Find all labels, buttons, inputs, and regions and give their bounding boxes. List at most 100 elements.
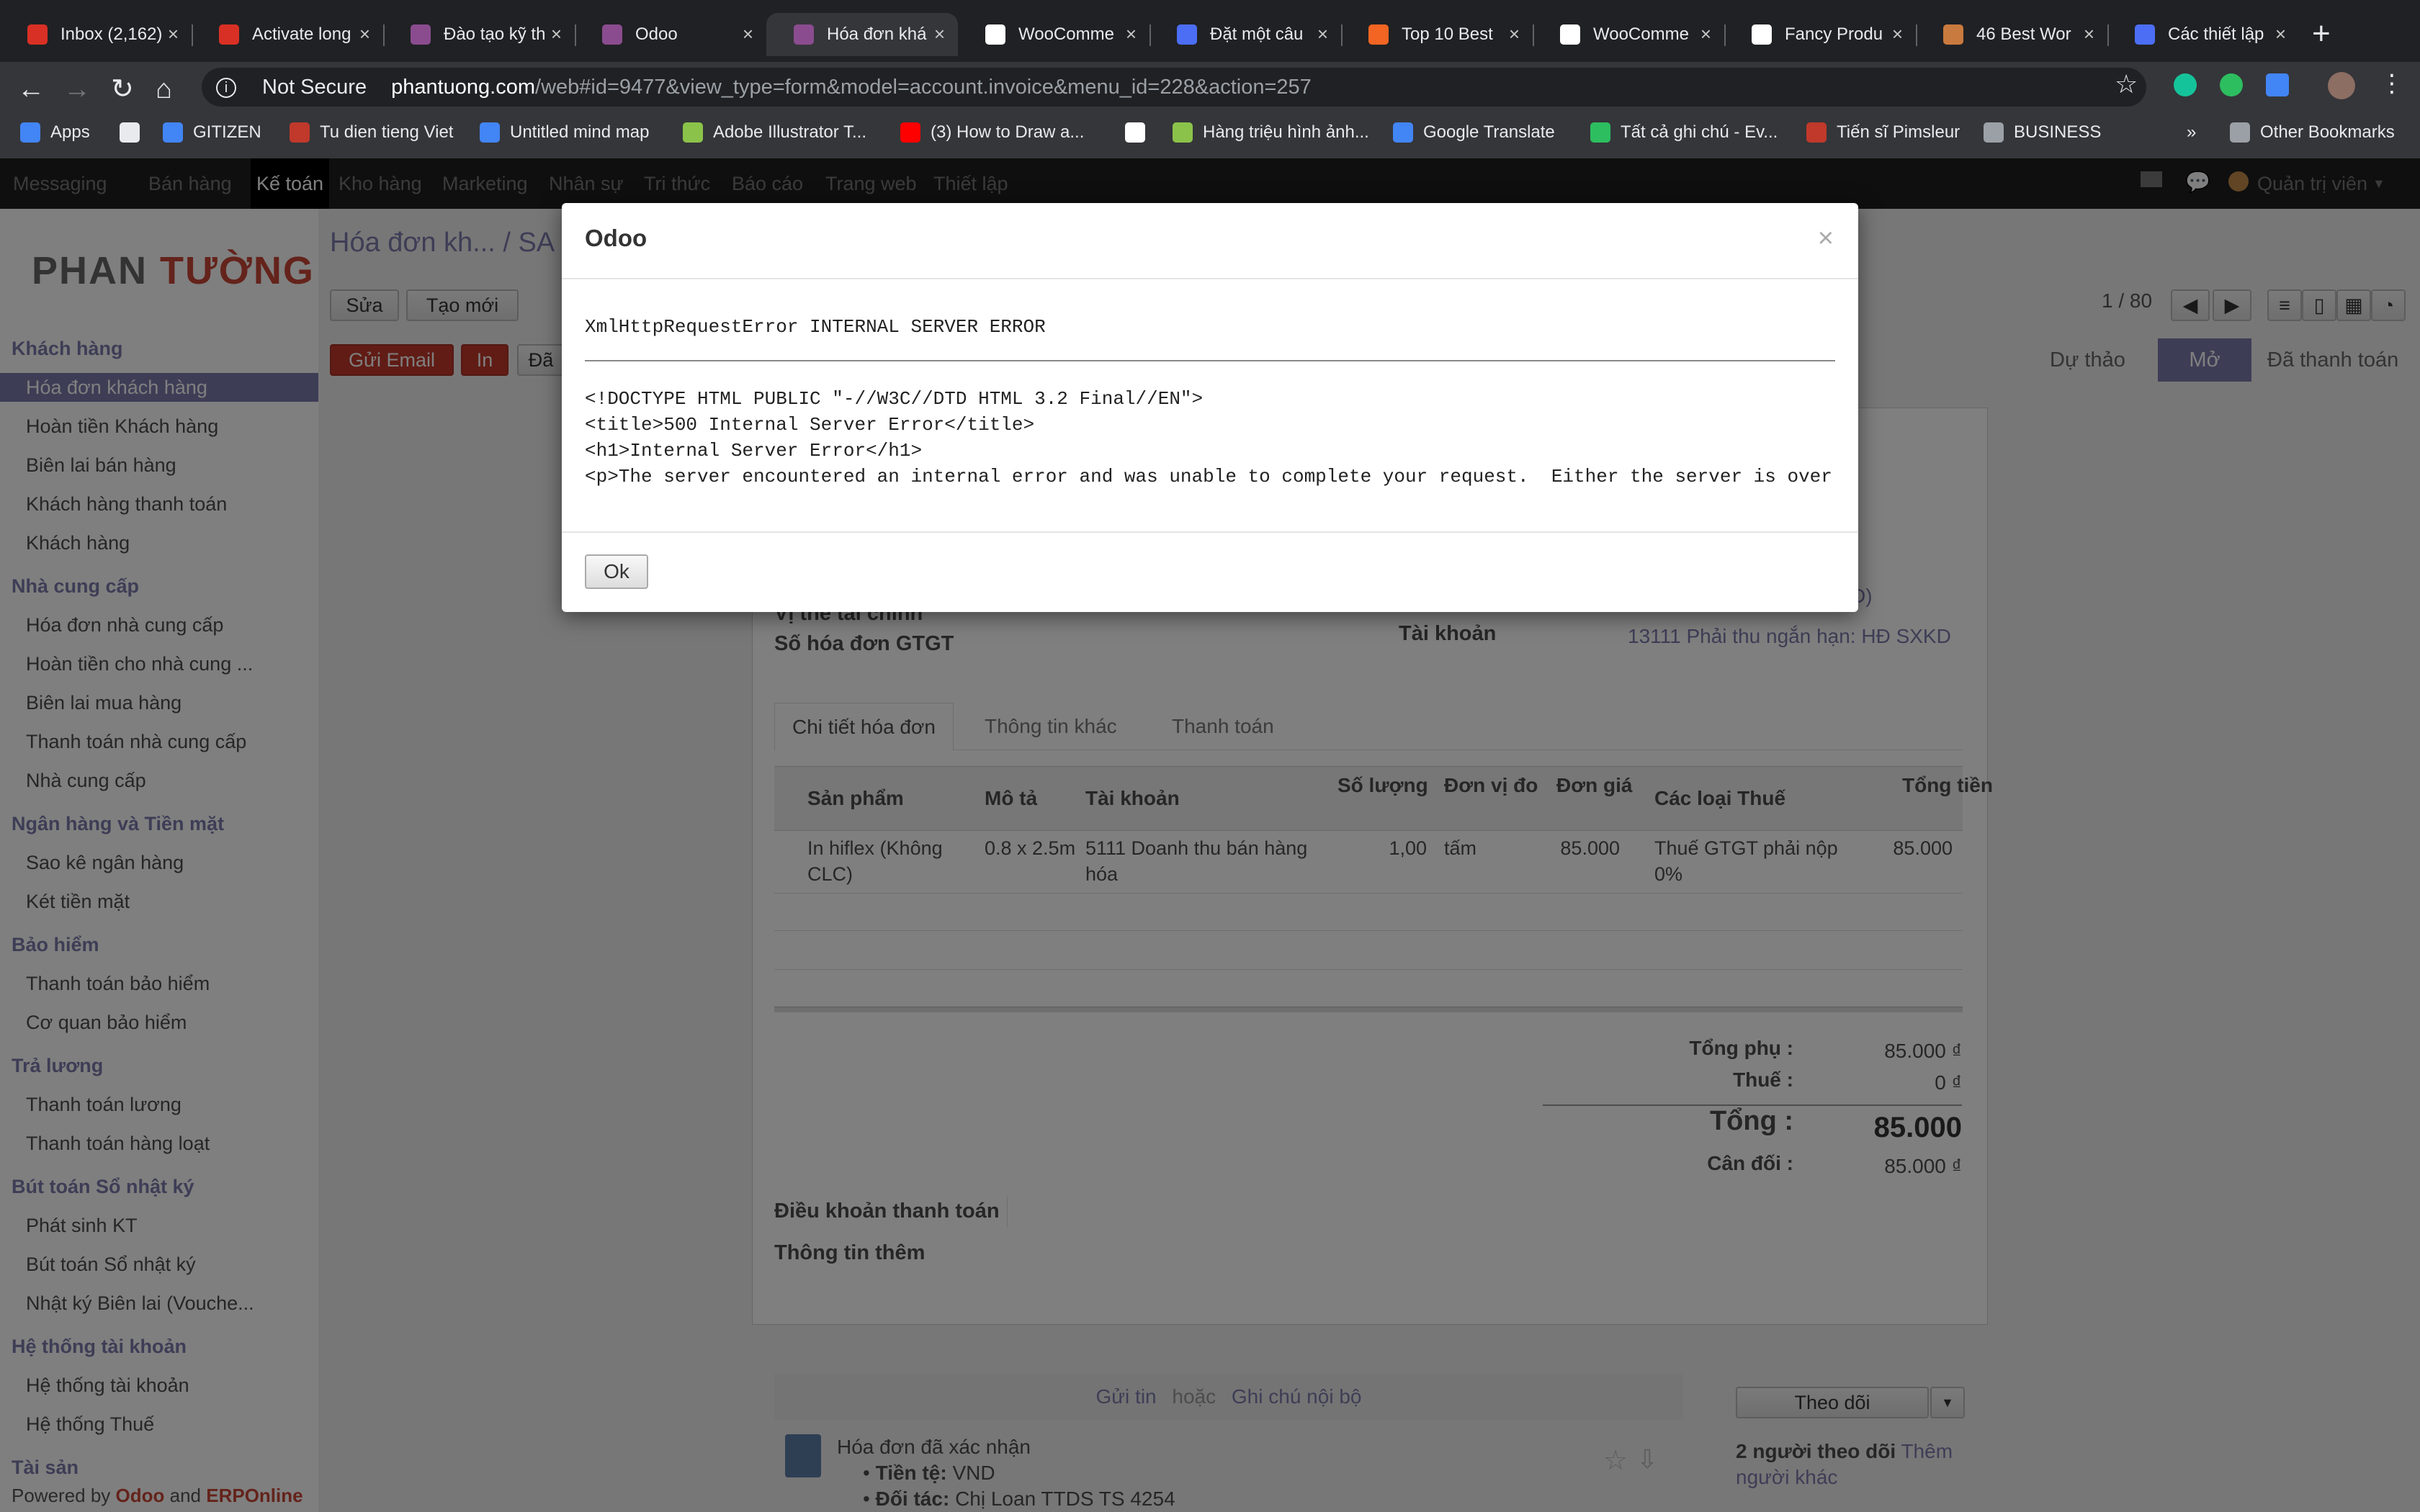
profile-avatar[interactable] (2328, 72, 2355, 99)
error-message: XmlHttpRequestError INTERNAL SERVER ERRO… (585, 316, 1046, 338)
translate-extension-icon[interactable] (2266, 73, 2289, 96)
browser-tab[interactable]: Hóa đơn khá × (766, 13, 958, 56)
home-icon[interactable]: ⌂ (156, 69, 172, 109)
bookmark-item[interactable] (1125, 117, 1155, 148)
browser-tab[interactable]: 46 Best Wor × (1916, 13, 2107, 56)
bookmark-item[interactable] (120, 117, 150, 148)
tab-favicon-icon (411, 24, 431, 45)
browser-tab[interactable]: Activate long × (192, 13, 383, 56)
bookmark-favicon-icon (900, 122, 920, 143)
bookmark-item[interactable]: Google Translate (1393, 117, 1555, 148)
bookmark-item[interactable]: GITIZEN (163, 117, 261, 148)
more-bookmarks-button[interactable]: » (2187, 117, 2196, 148)
tab-close-icon[interactable]: × (1892, 23, 1903, 45)
grammarly-extension-icon[interactable] (2174, 73, 2197, 96)
tab-favicon-icon (1368, 24, 1389, 45)
reload-icon[interactable]: ↻ (111, 69, 134, 109)
tab-favicon-icon (2135, 24, 2155, 45)
bookmark-label: Apps (50, 122, 90, 142)
tab-close-icon[interactable]: × (1700, 23, 1711, 45)
tab-close-icon[interactable]: × (168, 23, 179, 45)
tab-favicon-icon (1177, 24, 1197, 45)
bookmark-label: Tất cả ghi chú - Ev... (1621, 122, 1778, 142)
tab-close-icon[interactable]: × (1509, 23, 1520, 45)
not-secure-label[interactable]: Not Secure (262, 76, 367, 99)
bookmark-item[interactable]: Hàng triệu hình ảnh... (1173, 117, 1369, 148)
bookmark-label: BUSINESS (2014, 122, 2102, 142)
url-host: phantuong.com (391, 76, 536, 99)
tab-favicon-icon (219, 24, 239, 45)
forward-icon[interactable]: → (63, 69, 91, 109)
error-line: <!DOCTYPE HTML PUBLIC "-//W3C//DTD HTML … (585, 388, 1204, 410)
close-icon[interactable]: × (1818, 223, 1834, 254)
browser-tab[interactable]: WooComme × (958, 13, 1150, 56)
browser-tab[interactable]: Odoo × (575, 13, 766, 56)
tab-close-icon[interactable]: × (1317, 23, 1328, 45)
bookmark-label: Untitled mind map (510, 122, 650, 142)
bookmark-favicon-icon (163, 122, 183, 143)
browser-tab[interactable]: Top 10 Best × (1341, 13, 1533, 56)
tab-favicon-icon (1752, 24, 1772, 45)
bookmark-item[interactable]: Untitled mind map (480, 117, 649, 148)
browser-tab[interactable]: WooComme × (1533, 13, 1724, 56)
other-bookmarks[interactable]: Other Bookmarks (2230, 117, 2395, 148)
tab-close-icon[interactable]: × (1126, 23, 1137, 45)
info-icon[interactable]: i (216, 78, 236, 99)
bookmark-favicon-icon (1984, 122, 2004, 143)
url-text[interactable]: i Not Secure phantuong.com/web#id=9477&vie… (216, 71, 1312, 104)
tab-close-icon[interactable]: × (359, 23, 370, 45)
tab-title: Đào tạo kỹ th (444, 24, 546, 44)
browser-tab[interactable]: Đặt một câu × (1150, 13, 1341, 56)
tab-favicon-icon (794, 24, 814, 45)
bookmark-item[interactable]: Adobe Illustrator T... (683, 117, 866, 148)
bookmark-favicon-icon (120, 122, 140, 143)
bookmark-label: GITIZEN (193, 122, 261, 142)
bookmark-item[interactable]: Apps (20, 117, 90, 148)
browser-tab[interactable]: Đào tạo kỹ th × (383, 13, 575, 56)
bookmark-favicon-icon (1806, 122, 1827, 143)
other-bookmarks-label: Other Bookmarks (2260, 122, 2395, 142)
tab-close-icon[interactable]: × (2084, 23, 2094, 45)
tab-favicon-icon (1560, 24, 1580, 45)
tab-title: Hóa đơn khá (827, 24, 927, 44)
tab-close-icon[interactable]: × (743, 23, 753, 45)
bookmark-favicon-icon (1393, 122, 1413, 143)
tab-favicon-icon (27, 24, 48, 45)
bookmark-label: Hàng triệu hình ảnh... (1203, 122, 1369, 142)
tab-close-icon[interactable]: × (551, 23, 562, 45)
evernote-extension-icon[interactable] (2220, 73, 2243, 96)
tab-title: Đặt một câu (1210, 24, 1304, 44)
error-line: <h1>Internal Server Error</h1> (585, 440, 923, 462)
tab-close-icon[interactable]: × (934, 23, 945, 45)
bookmark-star-icon[interactable]: ☆ (2115, 69, 2138, 99)
bookmark-item[interactable]: BUSINESS (1984, 117, 2101, 148)
tab-close-icon[interactable]: × (2275, 23, 2286, 45)
ok-button[interactable]: Ok (585, 554, 648, 589)
bookmark-item[interactable]: Tất cả ghi chú - Ev... (1590, 117, 1778, 148)
bookmark-favicon-icon (20, 122, 40, 143)
bookmark-item[interactable]: Tu dien tieng Viet (290, 117, 453, 148)
browser-tab[interactable]: Fancy Produ × (1724, 13, 1916, 56)
folder-icon (2230, 122, 2250, 143)
bookmark-favicon-icon (480, 122, 500, 143)
browser-menu-icon[interactable]: ⋮ (2380, 69, 2404, 98)
bookmark-label: Adobe Illustrator T... (713, 122, 866, 142)
bookmark-favicon-icon (683, 122, 703, 143)
tab-title: Các thiết lập (2168, 24, 2264, 44)
tab-title: Activate long (252, 24, 351, 44)
bookmark-item[interactable]: (3) How to Draw a... (900, 117, 1084, 148)
browser-tab[interactable]: Các thiết lập × (2107, 13, 2299, 56)
browser-tab[interactable]: Inbox (2,162) × (0, 13, 192, 56)
tab-title: Inbox (2,162) (60, 24, 163, 44)
bookmark-favicon-icon (1125, 122, 1145, 143)
bookmark-favicon-icon (290, 122, 310, 143)
bookmark-favicon-icon (1590, 122, 1610, 143)
error-details: <!DOCTYPE HTML PUBLIC "-//W3C//DTD HTML … (585, 386, 1835, 494)
back-icon[interactable]: ← (17, 69, 45, 109)
bookmark-label: (3) How to Draw a... (931, 122, 1085, 142)
error-dialog: Odoo × XmlHttpRequestError INTERNAL SERV… (562, 203, 1858, 612)
bookmark-item[interactable]: Tiến sĩ Pimsleur (1806, 117, 1960, 148)
tab-favicon-icon (1943, 24, 1963, 45)
error-divider (585, 360, 1835, 361)
new-tab-button[interactable]: + (2312, 16, 2331, 52)
